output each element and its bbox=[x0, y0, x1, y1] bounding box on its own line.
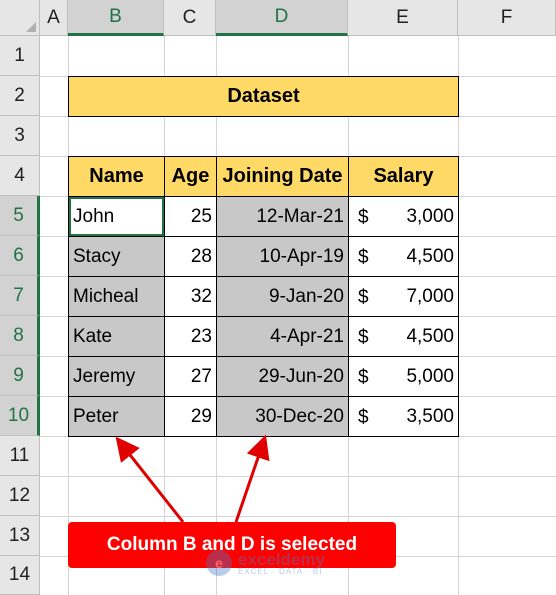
arrow-to-column-d bbox=[234, 434, 270, 523]
annotation-arrows bbox=[115, 434, 270, 523]
annotation-text: Column B and D is selected bbox=[106, 534, 358, 555]
annotation-callout: Column B and D is selected bbox=[68, 522, 396, 568]
arrow-to-column-b bbox=[115, 436, 185, 523]
spreadsheet: A B C D E F 1 2 3 4 5 6 7 8 9 10 11 12 1… bbox=[0, 0, 556, 595]
